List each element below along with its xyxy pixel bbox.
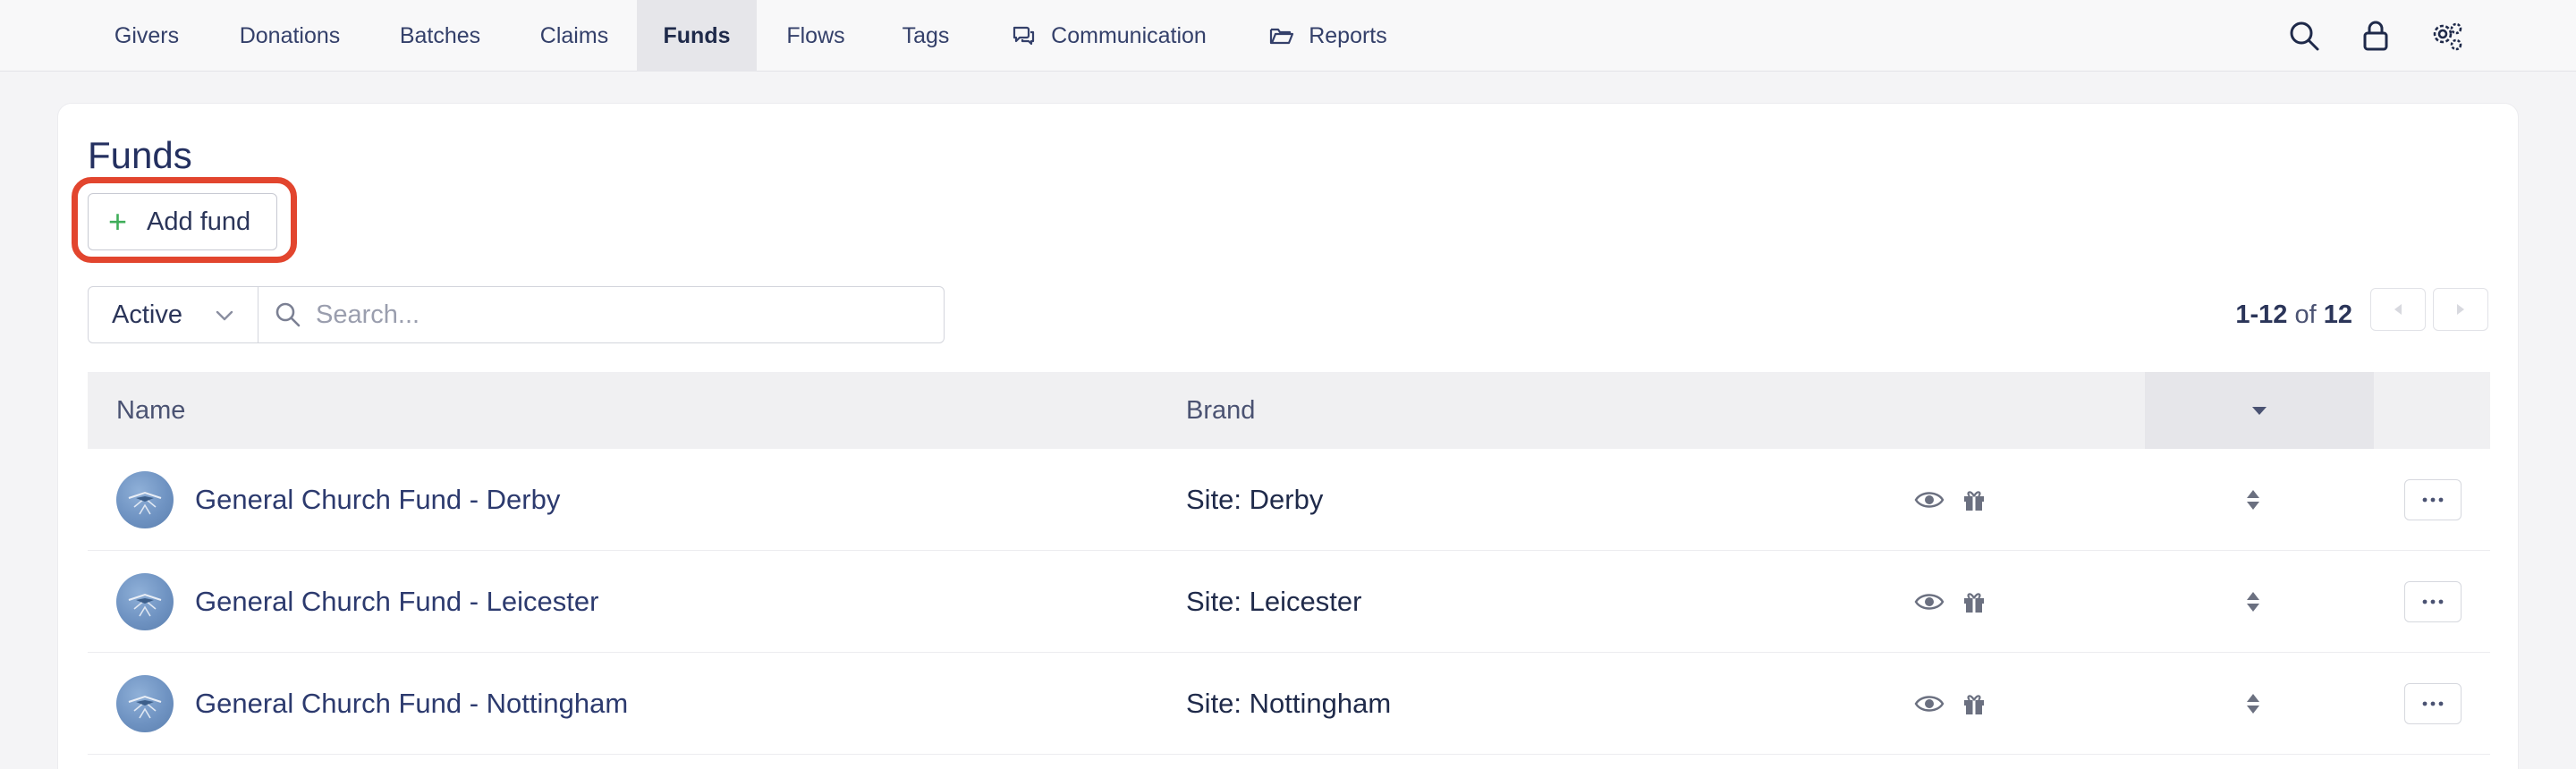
table-row: General Church Fund - Leicester Site: Le… xyxy=(88,551,2490,653)
nav-item-label: Givers xyxy=(114,22,180,48)
table-header: Name Brand xyxy=(88,372,2490,449)
lock-icon[interactable] xyxy=(2356,16,2395,55)
sort-column-header[interactable] xyxy=(2145,372,2374,449)
add-fund-button[interactable]: + Add fund xyxy=(88,193,277,250)
drag-sort-handle-icon[interactable] xyxy=(2238,485,2268,515)
previous-page-button[interactable] xyxy=(2370,288,2426,331)
row-more-button[interactable] xyxy=(2404,683,2462,724)
pagination-summary: 1-12 of 12 xyxy=(2218,295,2352,334)
table-row: General Church Fund - Nottingham Site: N… xyxy=(88,653,2490,755)
chevron-down-icon xyxy=(214,305,235,331)
pagination-of: of xyxy=(2294,300,2317,329)
fund-avatar xyxy=(116,675,174,732)
eye-icon[interactable] xyxy=(1914,485,1945,515)
pagination-total: 12 xyxy=(2323,300,2352,329)
nav-item-label: Donations xyxy=(239,22,341,48)
gears-icon[interactable] xyxy=(2428,16,2467,55)
fund-image xyxy=(128,593,162,617)
eye-icon[interactable] xyxy=(1914,587,1945,617)
nav-item-batches[interactable]: Batches xyxy=(379,0,501,72)
status-filter-value: Active xyxy=(112,300,182,329)
fund-image xyxy=(128,491,162,515)
chat-bubbles-icon xyxy=(1012,23,1037,48)
drag-sort-handle-icon[interactable] xyxy=(2238,587,2268,617)
nav-item-label: Tags xyxy=(902,22,950,48)
gift-icon[interactable] xyxy=(1959,587,1989,617)
column-header-brand[interactable]: Brand xyxy=(1186,372,1255,449)
column-header-name[interactable]: Name xyxy=(116,372,185,449)
ellipsis-icon xyxy=(2422,701,2444,706)
nav-item-communication[interactable]: Communication xyxy=(1002,0,1216,72)
fund-brand: Site: Leicester xyxy=(1186,586,1362,617)
gift-icon[interactable] xyxy=(1959,485,1989,515)
nav-item-label: Reports xyxy=(1309,22,1387,48)
search-field xyxy=(258,286,945,343)
row-more-button[interactable] xyxy=(2404,581,2462,622)
nav-item-donations[interactable]: Donations xyxy=(220,0,360,72)
fund-name-link[interactable]: General Church Fund - Derby xyxy=(195,449,560,551)
fund-name-link[interactable]: General Church Fund - Nottingham xyxy=(195,653,628,755)
add-fund-label: Add fund xyxy=(147,207,251,236)
plus-icon: + xyxy=(108,203,128,240)
pagination-range: 1-12 xyxy=(2235,300,2288,329)
row-more-button[interactable] xyxy=(2404,479,2462,520)
caret-down-icon xyxy=(2252,407,2267,415)
status-filter-select[interactable]: Active xyxy=(88,286,259,343)
fund-brand: Site: Nottingham xyxy=(1186,688,1392,719)
gift-icon[interactable] xyxy=(1959,689,1989,719)
nav-item-label: Funds xyxy=(663,22,731,48)
nav-item-funds[interactable]: Funds xyxy=(637,0,757,72)
fund-name-link[interactable]: General Church Fund - Leicester xyxy=(195,551,598,653)
nav-item-label: Claims xyxy=(539,22,609,48)
nav-item-flows[interactable]: Flows xyxy=(766,0,866,72)
nav-item-reports[interactable]: Reports xyxy=(1261,0,1395,72)
nav-item-label: Batches xyxy=(399,22,481,48)
ellipsis-icon xyxy=(2422,497,2444,503)
fund-image xyxy=(128,695,162,719)
fund-avatar xyxy=(116,573,174,630)
fund-brand: Site: Derby xyxy=(1186,484,1324,515)
nav-item-label: Communication xyxy=(1051,22,1207,48)
ellipsis-icon xyxy=(2422,599,2444,604)
folder-open-icon xyxy=(1269,23,1294,48)
caret-right-icon xyxy=(2457,304,2464,315)
table-row: General Church Fund - Derby Site: Derby xyxy=(88,449,2490,551)
page-title: Funds xyxy=(88,134,192,176)
search-icon[interactable] xyxy=(2284,16,2324,55)
eye-icon[interactable] xyxy=(1914,689,1945,719)
search-input[interactable] xyxy=(316,300,924,330)
caret-left-icon xyxy=(2394,304,2402,315)
nav-item-label: Flows xyxy=(786,22,845,48)
drag-sort-handle-icon[interactable] xyxy=(2238,689,2268,719)
top-navigation: Givers Donations Batches Claims Funds Fl… xyxy=(0,0,2576,72)
nav-item-givers[interactable]: Givers xyxy=(89,0,204,72)
next-page-button[interactable] xyxy=(2433,288,2488,331)
search-icon xyxy=(275,301,301,328)
nav-item-tags[interactable]: Tags xyxy=(886,0,966,72)
fund-avatar xyxy=(116,471,174,528)
nav-item-claims[interactable]: Claims xyxy=(519,0,630,72)
